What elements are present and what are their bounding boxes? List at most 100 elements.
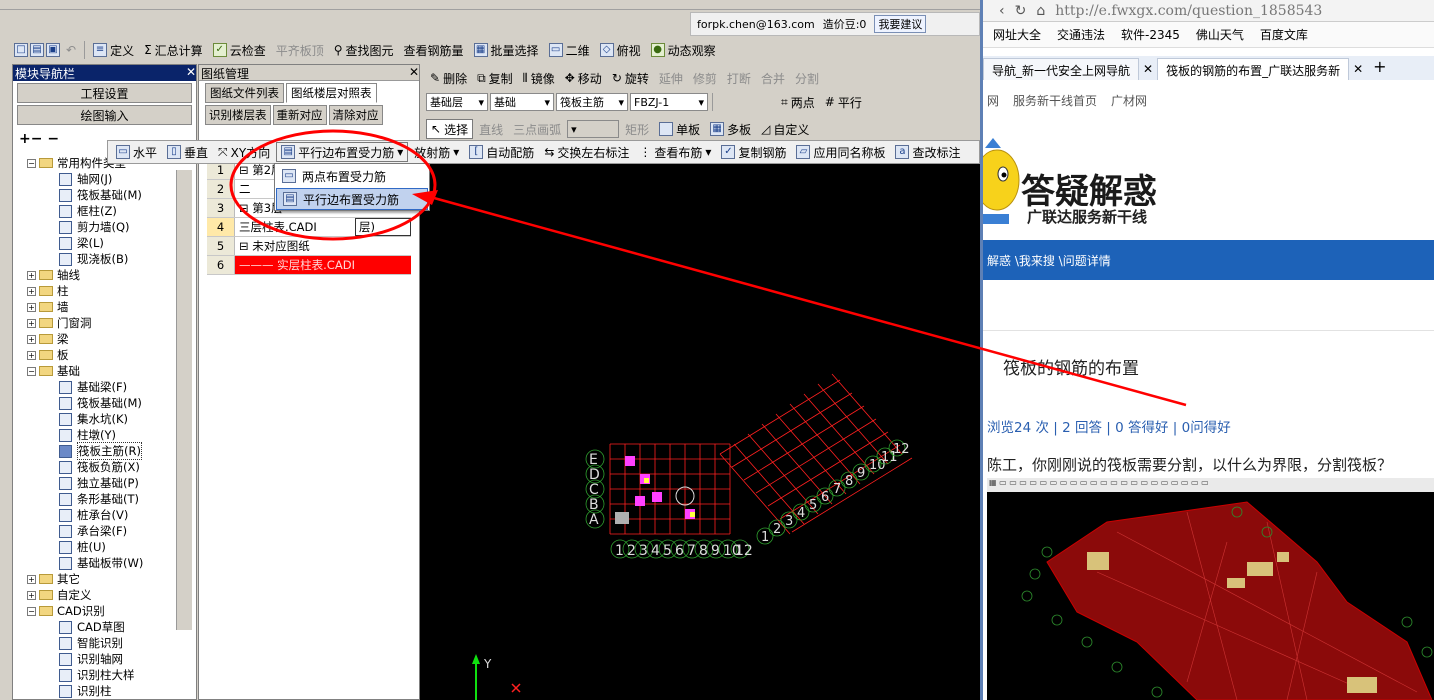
tab-question[interactable]: 筏板的钢筋的布置_广联达服务新 [1157,58,1350,80]
tab-floor-mapping[interactable]: 图纸楼层对照表 [286,83,377,103]
tab-close-icon[interactable]: ✕ [1349,62,1367,80]
tree-item[interactable]: 承台梁(F) [13,523,188,539]
close-icon[interactable]: ✕ [186,65,196,81]
tab-drawing-file-list[interactable]: 图纸文件列表 [205,83,284,103]
arc-option-select[interactable]: ▾ [567,120,620,138]
tree-item[interactable]: 筏板负筋(X) [13,459,188,475]
site-nav-link[interactable]: 服务新干线首页 [1013,92,1097,114]
swap-labels-button[interactable]: ⇆ 交换左右标注 [540,142,633,162]
tree-item[interactable]: 基础板带(W) [13,555,188,571]
table-row[interactable]: 6 ——— 实层柱表.CADI [207,256,411,275]
expand-icon[interactable]: + [27,590,36,600]
tree-item[interactable]: 桩承台(V) [13,507,188,523]
view-layout-dropdown[interactable]: ⋮ 查看布筋 ▾ [635,142,715,162]
tab-navigation[interactable]: 导航_新一代安全上网导航 [983,58,1140,80]
question-stats[interactable]: 浏览24 次 | 2 回答 | 0 答得好 | 0问得好 [987,416,1231,436]
collapse-icon[interactable]: − [27,606,36,616]
bookmark-item[interactable]: 交通违法 [1057,26,1105,43]
drawing-canvas[interactable]: E D C B A 1 2 3 4 5 6 7 8 9 10 12 1 2 3 4 5 6 7 8 9 10 11 12 Y [420,144,980,700]
single-slab-button[interactable]: 单板 [655,119,704,139]
save-icon[interactable]: ▣ [46,43,60,57]
tree-item[interactable]: + 其它 [13,571,188,587]
tree-item[interactable]: + 墙 [13,299,188,315]
bookmark-item[interactable]: 软件-2345 [1121,26,1180,43]
expand-icon[interactable]: + [27,574,36,584]
view-2d-dropdown[interactable]: ▭ 二维 [545,40,594,60]
clear-mapping-button[interactable]: 清除对应 [328,105,383,125]
expand-icon[interactable]: + [27,350,36,360]
rotate-button[interactable]: ↻ 旋转 [608,68,653,88]
tree-item[interactable]: CAD草图 [13,619,188,635]
component-id-select[interactable]: FBZJ-1 ▾ [630,93,708,111]
vertical-button[interactable]: ▯ 垂直 [163,142,212,162]
type-select[interactable]: 筏板主筋 ▾ [556,93,628,111]
define-button[interactable]: ≡ 定义 [89,40,138,60]
tree-item[interactable]: + 板 [13,347,188,363]
collapse-icon[interactable]: − [27,158,36,168]
merge-button[interactable]: 合并 [757,68,789,88]
refresh-icon[interactable]: ↻ [1015,3,1027,19]
top-view-dropdown[interactable]: ◇ 俯视 [596,40,645,60]
user-email[interactable]: forpk.chen@163.com [697,18,815,31]
table-row[interactable]: 4 三层柱表.CADI 层) [207,218,411,237]
rectangle-button[interactable]: 矩形 [621,119,653,139]
site-nav-link[interactable]: 广材网 [1111,92,1147,114]
expand-icon[interactable]: + [27,302,36,312]
tree-item[interactable]: 独立基础(P) [13,475,188,491]
tree-item[interactable]: + 梁 [13,331,188,347]
new-file-icon[interactable]: □ [14,43,28,57]
menu-item-two-point-rebar[interactable]: ▭ 两点布置受力筋 [276,165,428,187]
back-icon[interactable]: ‹ [999,3,1005,19]
menu-bar[interactable] [0,0,980,10]
project-settings-button[interactable]: 工程设置 [17,83,192,103]
tree-item[interactable]: 条形基础(T) [13,491,188,507]
two-point-button[interactable]: ⌗ 两点 [777,92,819,112]
find-element-button[interactable]: ⚲ 查找图元 [330,40,398,60]
suggest-button[interactable]: 我要建议 [874,15,927,33]
layer-select[interactable]: 基础层 ▾ [426,93,488,111]
url-text[interactable]: http://e.fwxgx.com/question_1858543 [1055,3,1322,19]
custom-button[interactable]: ◿ 自定义 [757,119,813,139]
bookmark-item[interactable]: 网址大全 [993,26,1041,43]
remap-button[interactable]: 重新对应 [272,105,327,125]
cloud-check-button[interactable]: ✓ 云检查 [209,40,270,60]
address-bar[interactable]: ‹ ↻ ⌂ http://e.fwxgx.com/question_185854… [983,0,1434,22]
identify-floor-table-button[interactable]: 识别楼层表 [205,105,271,125]
tree-item[interactable]: 梁(L) [13,235,188,251]
cad-drawing[interactable]: EDCBA1 2 3 4 5 6 7 8 9 1012123456789101112Y [420,144,980,700]
breadcrumb-text[interactable]: 解惑 \我来搜 \问题详情 [987,254,1111,268]
tree-item[interactable]: 智能识别 [13,635,188,651]
line-button[interactable]: 直线 [475,119,507,139]
open-file-icon[interactable]: ▤ [30,43,44,57]
copy-button[interactable]: ⧉ 复制 [473,68,517,88]
move-button[interactable]: ✥ 移动 [561,68,606,88]
tree-item[interactable]: 柱墩(Y) [13,427,188,443]
tree-item[interactable]: + 门窗洞 [13,315,188,331]
radial-rebar-dropdown[interactable]: 放射筋 ▾ [410,142,463,162]
site-logo[interactable]: 答疑解惑 广联达服务新干线 [983,118,1434,228]
tree-item[interactable]: 筏板基础(M) [13,395,188,411]
tree-item[interactable]: 轴网(J) [13,171,188,187]
close-icon[interactable]: ✕ [409,65,419,80]
tree-item[interactable]: + 柱 [13,283,188,299]
home-icon[interactable]: ⌂ [1036,3,1045,19]
collapse-icon[interactable]: − [27,366,36,376]
sum-calc-button[interactable]: Σ 汇总计算 [140,40,207,60]
bookmark-item[interactable]: 佛山天气 [1196,26,1244,43]
tab-close-icon[interactable]: ✕ [1139,62,1157,80]
horizontal-button[interactable]: ▭ 水平 [112,142,161,162]
tree-item[interactable]: − 基础 [13,363,188,379]
tree-item[interactable]: 集水坑(K) [13,411,188,427]
menu-item-parallel-edge-rebar[interactable]: ▤ 平行边布置受力筋 [276,188,428,210]
dynamic-observe-button[interactable]: ● 动态观察 [647,40,720,60]
mirror-button[interactable]: ⫴ 镜像 [519,68,559,88]
undo-icon[interactable]: ↶ [62,40,80,60]
multi-slab-button[interactable]: ▦ 多板 [706,119,755,139]
table-row[interactable]: 5 ⊟ 未对应图纸 [207,237,411,256]
expand-icon[interactable]: + [27,334,36,344]
select-button[interactable]: ↖ 选择 [426,119,474,139]
parallel-edge-rebar-dropdown[interactable]: ▤ 平行边布置受力筋 ▾ [276,142,409,162]
tree-item[interactable]: 筏板基础(M) [13,187,188,203]
tree-item[interactable]: + 自定义 [13,587,188,603]
tree-item[interactable]: 框柱(Z) [13,203,188,219]
